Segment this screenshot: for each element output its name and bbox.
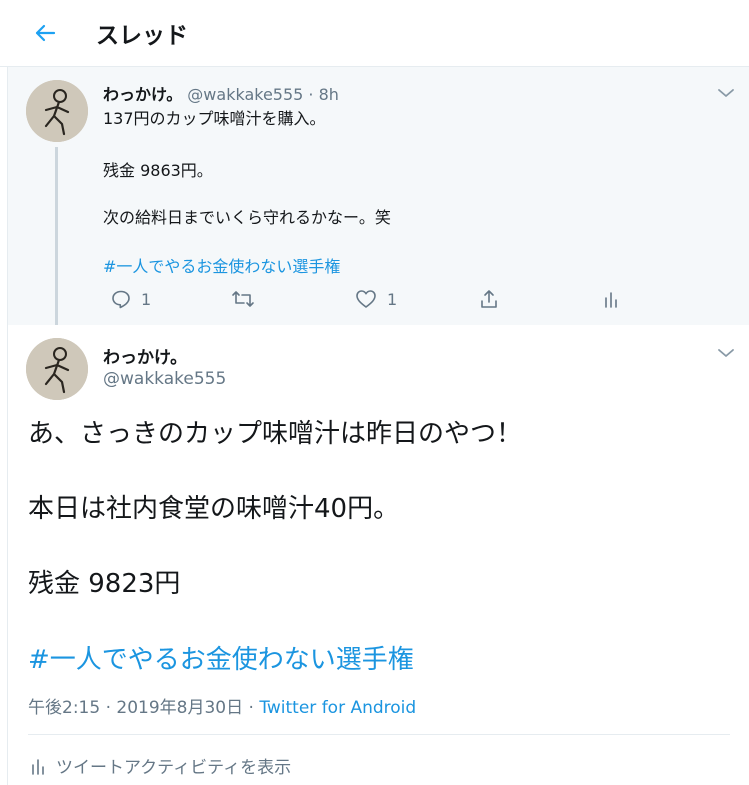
tweet-actions: 1 1 — [103, 289, 663, 313]
avatar[interactable] — [26, 338, 88, 400]
reply-count: 1 — [141, 289, 152, 309]
display-name[interactable]: わっかけ。 — [103, 85, 182, 104]
tweet-text-line: 次の給料日までいくら守れるかなー。笑 — [103, 208, 391, 227]
like-count: 1 — [387, 289, 398, 309]
main-tweet: わっかけ。 @wakkake555 あ、さっきのカップ味噌汁は昨日のやつ！ 本日… — [7, 325, 749, 785]
chevron-down-icon[interactable] — [717, 87, 735, 99]
tweet-footer: 午後2:15 · 2019年8月30日 · Twitter for Androi… — [28, 693, 416, 718]
avatar[interactable] — [26, 80, 88, 142]
arrow-left-icon — [35, 24, 56, 42]
tweet-meta: わっかけ。 @wakkake555 · 8h — [103, 81, 339, 105]
tweet-text-line: 本日は社内食堂の味噌汁40円。 — [28, 494, 400, 524]
tweet-text-line: 残金 9823円 — [28, 569, 181, 599]
chevron-down-icon[interactable] — [717, 347, 735, 359]
retweet-button[interactable] — [231, 289, 255, 309]
tweet-text-line: 137円のカップ味噌汁を購入。 — [103, 109, 326, 128]
meta-separator: · — [308, 85, 314, 104]
retweet-icon — [232, 291, 254, 307]
parent-tweet[interactable]: わっかけ。 @wakkake555 · 8h 137円のカップ味噌汁を購入。 残… — [7, 67, 749, 327]
analytics-icon — [605, 292, 617, 308]
tweet-source-link[interactable]: Twitter for Android — [259, 698, 416, 718]
activity-label: ツイートアクティビティを表示 — [56, 758, 292, 778]
user-handle[interactable]: @wakkake555 — [187, 85, 303, 104]
analytics-icon — [32, 758, 44, 775]
reply-button[interactable]: 1 — [111, 289, 151, 309]
hashtag-link[interactable]: #一人でやるお金使わない選手権 — [28, 639, 414, 676]
analytics-button[interactable] — [603, 289, 619, 309]
user-handle[interactable]: @wakkake555 — [103, 369, 226, 389]
tweet-text-line: あ、さっきのカップ味噌汁は昨日のやつ！ — [28, 419, 523, 449]
like-button[interactable]: 1 — [355, 289, 397, 309]
tweet-activity-link[interactable]: ツイートアクティビティを表示 — [30, 753, 291, 778]
back-button[interactable] — [30, 18, 60, 48]
tweet-timestamp[interactable]: 午後2:15 · 2019年8月30日 · — [28, 698, 254, 718]
thread-line — [55, 147, 58, 327]
heart-icon — [356, 290, 376, 308]
page-title: スレッド — [96, 23, 188, 49]
reply-icon — [112, 290, 130, 309]
display-name[interactable]: わっかけ。 — [103, 343, 187, 368]
share-icon — [481, 290, 497, 308]
share-button[interactable] — [479, 289, 499, 309]
page-header: スレッド — [0, 0, 749, 67]
divider — [28, 734, 730, 735]
tweet-text-line: 残金 9863円。 — [103, 161, 213, 180]
tweet-time[interactable]: 8h — [319, 85, 339, 104]
hashtag-link[interactable]: #一人でやるお金使わない選手権 — [103, 253, 340, 277]
